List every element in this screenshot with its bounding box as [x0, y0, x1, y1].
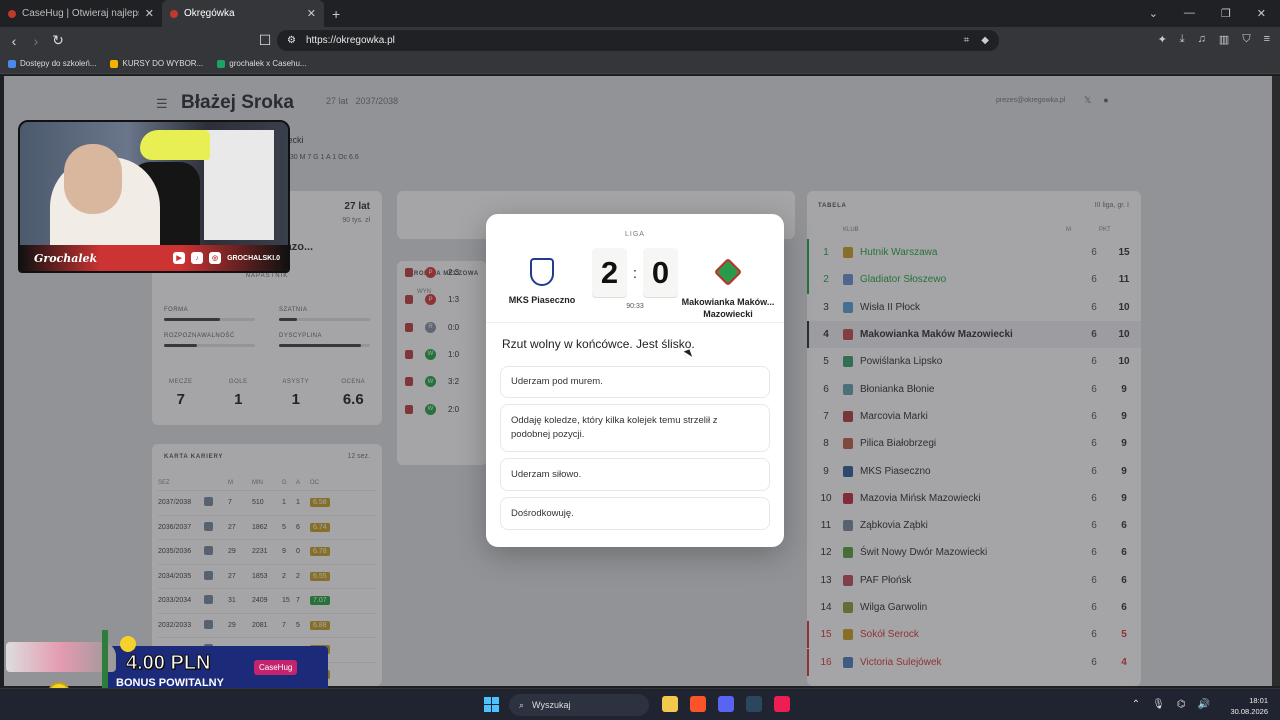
close-tab-icon[interactable]: ✕ — [307, 7, 316, 20]
divider — [486, 322, 784, 323]
option-button[interactable]: Uderzam pod murem. — [500, 366, 770, 398]
casehug-logo: CaseHug — [254, 660, 298, 675]
new-tab-button[interactable]: + — [324, 6, 348, 22]
sidebar-icon[interactable]: ▥ — [1219, 33, 1229, 46]
sneaker-decor — [140, 130, 210, 160]
webcam-overlay: Grochalek ▶ ♪ ◎ GROCHALSKI.0 — [18, 120, 290, 273]
bookmark-icon[interactable]: ☐ — [254, 32, 276, 49]
system-tray: ⌃ 🎙 ⌬ 🔊 — [1132, 699, 1210, 710]
instagram-icon: ◎ — [209, 252, 222, 264]
window-controls: ⌄ — ❐ ✕ — [1135, 0, 1280, 27]
tiktok-icon: ♪ — [191, 252, 204, 264]
downloads-icon[interactable]: ⤓ — [1180, 33, 1185, 46]
start-button[interactable] — [484, 697, 499, 712]
translate-icon[interactable]: ⌗ — [964, 35, 970, 46]
streamer-head — [64, 144, 122, 214]
windows-taskbar: ⌕ Wyszukaj ⌃ 🎙 ⌬ 🔊 18:01 30.08.2026 — [0, 688, 1280, 720]
search-placeholder: Wyszukaj — [532, 700, 571, 710]
forward-button[interactable]: › — [25, 33, 47, 49]
home-crest-icon — [530, 258, 554, 286]
event-question: Rzut wolny w końcówce. Jest ślisko. — [502, 337, 695, 351]
bookmark-item[interactable]: KURSY DO WYBOR... — [110, 59, 203, 68]
steam-icon[interactable] — [746, 696, 762, 712]
away-crest-icon — [713, 257, 743, 287]
promo-amount: 4.00 PLN — [125, 652, 211, 675]
chevron-up-icon[interactable]: ⌃ — [1132, 699, 1140, 710]
bookmark-label: Dostępy do szkoleń... — [20, 59, 97, 68]
option-button[interactable]: Dośrodkowuję. — [500, 497, 770, 530]
extensions-icon[interactable]: ✦ — [1158, 33, 1167, 46]
shelf — [204, 130, 274, 240]
bookmark-label: grochalek x Casehu... — [229, 59, 307, 68]
bookmarks-bar: Dostępy do szkoleń... KURSY DO WYBOR... … — [0, 54, 1280, 74]
menu-icon[interactable]: ≡ — [1264, 33, 1270, 46]
address-bar-row: ‹ › ↻ ☐ ⚙ https://okregowka.pl ⌗ ◆ ✦ ⤓ ♫ ▥ ⛉ ≡ — [0, 27, 1280, 54]
tab-okregowka[interactable]: Okręgówka ✕ — [162, 0, 324, 27]
network-icon[interactable]: ⌬ — [1177, 699, 1186, 710]
streamer-handle: GROCHALSKI.0 — [227, 254, 280, 262]
search-icon: ⌕ — [519, 699, 525, 710]
media-icon[interactable]: ♫ — [1198, 33, 1206, 46]
streamer-banner: Grochalek ▶ ♪ ◎ GROCHALSKI.0 — [20, 245, 288, 271]
extensions-area: ✦ ⤓ ♫ ▥ ⛉ ≡ — [1158, 33, 1270, 46]
home-score: 2 — [592, 248, 627, 298]
bookmark-icon — [110, 59, 119, 68]
taskbar-apps — [662, 696, 790, 712]
reload-button[interactable]: ↻ — [47, 32, 69, 49]
tab-search-icon[interactable]: ⌄ — [1149, 7, 1158, 20]
tab-title: CaseHug | Otwieraj najlepsze skrzynki — [22, 8, 139, 19]
taskbar-search[interactable]: ⌕ Wyszukaj — [509, 694, 649, 716]
back-button[interactable]: ‹ — [3, 33, 25, 49]
scrollbar[interactable] — [1272, 76, 1280, 686]
maximize-button[interactable]: ❐ — [1221, 7, 1231, 20]
casehug-favicon-icon — [8, 9, 16, 18]
close-window-button[interactable]: ✕ — [1257, 7, 1266, 20]
url-text: https://okregowka.pl — [305, 35, 395, 46]
away-score: 0 — [643, 248, 678, 298]
match-time: 90:33 — [626, 303, 644, 310]
discord-icon[interactable] — [718, 696, 734, 712]
youtube-icon: ▶ — [173, 252, 186, 264]
bookmark-item[interactable]: grochalek x Casehu... — [217, 59, 307, 68]
competition-label: LIGA — [625, 231, 645, 238]
tab-casehug[interactable]: CaseHug | Otwieraj najlepsze skrzynki ✕ — [0, 0, 162, 27]
away-team: Makowianka Maków... Mazowiecki — [680, 257, 776, 320]
clock-time: 18:01 — [1249, 696, 1268, 705]
streamer-tag: Grochalek — [34, 251, 98, 265]
tab-title: Okręgówka — [184, 8, 235, 19]
bookmark-icon — [217, 59, 226, 68]
brave-shield-icon[interactable]: ◆ — [981, 35, 989, 46]
bookmark-item[interactable]: Dostępy do szkoleń... — [8, 59, 96, 68]
minimize-button[interactable]: — — [1184, 7, 1195, 20]
option-button[interactable]: Oddaję koledze, który kilka kolejek temu… — [500, 404, 770, 452]
bookmark-icon — [8, 59, 16, 68]
clock-date: 30.08.2026 — [1230, 707, 1268, 716]
close-tab-icon[interactable]: ✕ — [145, 7, 154, 20]
home-team: MKS Piaseczno — [494, 258, 590, 306]
bookmark-label: KURSY DO WYBOR... — [122, 59, 204, 68]
okregowka-favicon-icon — [170, 9, 178, 18]
scoreboard: 2 : 0 — [592, 248, 678, 298]
clock[interactable]: 18:01 30.08.2026 — [1230, 695, 1268, 717]
coin-icon — [120, 636, 136, 652]
option-button[interactable]: Uderzam siłowo. — [500, 458, 770, 491]
tiktok-icon[interactable] — [774, 696, 790, 712]
file-explorer-icon[interactable] — [662, 696, 678, 712]
volume-icon[interactable]: 🔊 — [1198, 699, 1210, 710]
match-event-modal: LIGA MKS Piaseczno 2 : 0 Makowianka Makó… — [486, 214, 784, 547]
site-info-icon[interactable]: ⚙ — [287, 35, 296, 46]
microphone-icon[interactable]: 🎙 — [1152, 699, 1165, 710]
score-separator: : — [632, 264, 638, 282]
url-bar[interactable]: ⚙ https://okregowka.pl ⌗ ◆ — [277, 30, 999, 51]
vpn-icon[interactable]: ⛉ — [1242, 33, 1250, 46]
brave-icon[interactable] — [690, 696, 706, 712]
browser-tab-strip: CaseHug | Otwieraj najlepsze skrzynki ✕ O… — [0, 0, 1280, 27]
pistol-skin — [6, 642, 116, 672]
